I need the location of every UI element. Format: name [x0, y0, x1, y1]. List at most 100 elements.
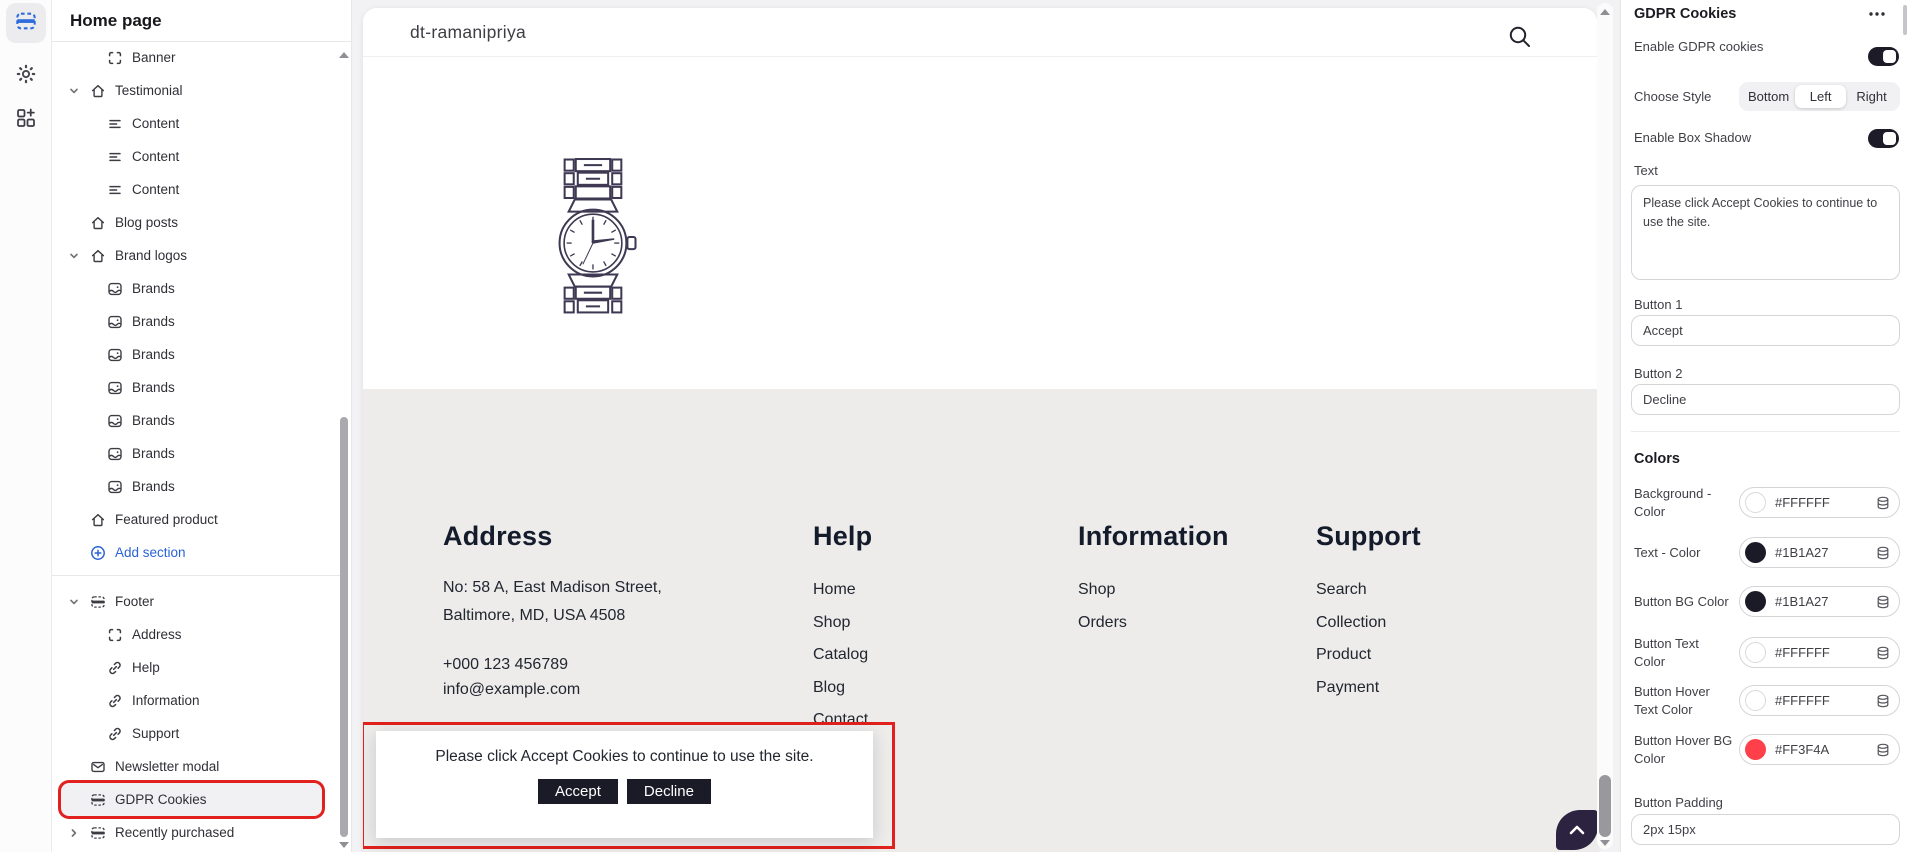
- footer-link-shop[interactable]: Shop: [1078, 574, 1229, 607]
- tree-divider: [52, 575, 342, 576]
- tree-item-brands[interactable]: Brands: [52, 371, 342, 404]
- footer-link-blog[interactable]: Blog: [813, 672, 872, 705]
- tree-item-label: Banner: [132, 50, 176, 65]
- style-option-left[interactable]: Left: [1795, 85, 1846, 108]
- image-icon: [107, 347, 123, 363]
- color-field-label: Button Hover BG Color: [1634, 732, 1739, 767]
- button2-label: Button 2: [1634, 366, 1682, 381]
- tree-item-recently-purchased[interactable]: Recently purchased: [52, 816, 342, 849]
- tree-item-brands[interactable]: Brands: [52, 404, 342, 437]
- button2-input[interactable]: [1631, 384, 1900, 415]
- style-option-bottom[interactable]: Bottom: [1742, 85, 1795, 108]
- kebab-menu-icon[interactable]: [1867, 6, 1887, 22]
- tree-item-footer[interactable]: Footer: [52, 585, 342, 618]
- chevron-down-icon[interactable]: [68, 249, 80, 261]
- tree-item-brands[interactable]: Brands: [52, 338, 342, 371]
- tree-item-brands[interactable]: Brands: [52, 437, 342, 470]
- tree-item-support[interactable]: Support: [52, 717, 342, 750]
- chevron-down-icon[interactable]: [68, 595, 80, 607]
- settings-scrollbar-thumb[interactable]: [1903, 5, 1907, 35]
- footer-link-search[interactable]: Search: [1316, 574, 1421, 607]
- box-shadow-toggle[interactable]: [1868, 129, 1899, 148]
- divider: [1631, 431, 1900, 432]
- scroll-down-icon[interactable]: [339, 842, 349, 848]
- tree-item-testimonial[interactable]: Testimonial: [52, 74, 342, 107]
- tree-item-brands[interactable]: Brands: [52, 305, 342, 338]
- tree-item-label: Testimonial: [115, 83, 183, 98]
- image-icon: [107, 380, 123, 396]
- footer-link-collection[interactable]: Collection: [1316, 607, 1421, 640]
- footer-link-product[interactable]: Product: [1316, 639, 1421, 672]
- footer-link-payment[interactable]: Payment: [1316, 672, 1421, 705]
- footer-link-shop[interactable]: Shop: [813, 607, 872, 640]
- search-icon[interactable]: [1507, 24, 1533, 50]
- footer-column-help: HelpHomeShopCatalogBlogContact: [813, 521, 872, 737]
- tree-item-label: Information: [132, 693, 200, 708]
- tree-item-label: GDPR Cookies: [115, 792, 207, 807]
- tree-item-featured-product[interactable]: Featured product: [52, 503, 342, 536]
- tree-item-content[interactable]: Content: [52, 173, 342, 206]
- tree-item-content[interactable]: Content: [52, 107, 342, 140]
- color-picker-button-hover-text-color[interactable]: #FFFFFF: [1739, 685, 1900, 716]
- button-padding-label: Button Padding: [1634, 795, 1723, 810]
- address-text: No: 58 A, East Madison Street,Baltimore,…: [443, 574, 662, 630]
- tree-item-add-section[interactable]: Add section: [52, 536, 342, 569]
- footer-column-support: SupportSearchCollectionProductPayment: [1316, 521, 1421, 704]
- banner-text-input[interactable]: Please click Accept Cookies to continue …: [1631, 185, 1900, 280]
- page-title: Home page: [70, 11, 162, 31]
- home-icon: [90, 248, 106, 264]
- tree-item-label: Help: [132, 660, 160, 675]
- tree-item-help[interactable]: Help: [52, 651, 342, 684]
- color-field-text-color: Text - Color#1B1A27: [1634, 537, 1900, 568]
- tree-scrollbar[interactable]: [339, 44, 350, 852]
- tree-item-label: Newsletter modal: [115, 759, 219, 774]
- decline-cookies-button[interactable]: Decline: [627, 779, 711, 804]
- color-picker-button-hover-bg-color[interactable]: #FF3F4A: [1739, 734, 1900, 765]
- tree-item-label: Brands: [132, 347, 175, 362]
- footer-link-catalog[interactable]: Catalog: [813, 639, 872, 672]
- tree-item-newsletter-modal[interactable]: Newsletter modal: [52, 750, 342, 783]
- scroll-up-icon[interactable]: [1600, 9, 1610, 15]
- scroll-down-icon[interactable]: [1600, 840, 1610, 846]
- color-picker-button-bg-color[interactable]: #1B1A27: [1739, 586, 1900, 617]
- enable-gdpr-toggle[interactable]: [1868, 47, 1899, 66]
- footer-link-home[interactable]: Home: [813, 574, 872, 607]
- tree-item-brand-logos[interactable]: Brand logos: [52, 239, 342, 272]
- color-picker-background-color[interactable]: #FFFFFF: [1739, 487, 1900, 518]
- chevron-down-icon[interactable]: [68, 84, 80, 96]
- site-logo: dt-ramanipriya: [410, 22, 526, 43]
- tree-item-brands[interactable]: Brands: [52, 272, 342, 305]
- tree-item-label: Content: [132, 182, 179, 197]
- theme-color-link-icon: [1876, 595, 1890, 609]
- rail-sections-button[interactable]: [6, 3, 46, 43]
- footer-heading: Information: [1078, 521, 1229, 552]
- tree-item-gdpr-cookies[interactable]: GDPR Cookies: [61, 783, 322, 816]
- rail-settings-button[interactable]: [6, 56, 46, 96]
- tree-item-address[interactable]: Address: [52, 618, 342, 651]
- accept-cookies-button[interactable]: Accept: [538, 779, 618, 804]
- text-label: Text: [1634, 163, 1658, 178]
- tree-item-banner[interactable]: Banner: [52, 41, 342, 74]
- tree-scrollbar-thumb[interactable]: [340, 417, 348, 837]
- color-field-label: Button Text Color: [1634, 635, 1739, 670]
- preview-scrollbar-thumb[interactable]: [1599, 775, 1611, 837]
- tree-item-brands[interactable]: Brands: [52, 470, 342, 503]
- tree-item-content[interactable]: Content: [52, 140, 342, 173]
- chevron-right-icon[interactable]: [68, 826, 80, 838]
- color-picker-button-text-color[interactable]: #FFFFFF: [1739, 637, 1900, 668]
- style-option-right[interactable]: Right: [1846, 85, 1897, 108]
- button-padding-input[interactable]: [1631, 814, 1900, 845]
- home-icon: [90, 83, 106, 99]
- color-picker-text-color[interactable]: #1B1A27: [1739, 537, 1900, 568]
- footer-link-orders[interactable]: Orders: [1078, 607, 1229, 640]
- rail-apps-button[interactable]: [6, 100, 46, 140]
- button1-input[interactable]: [1631, 315, 1900, 346]
- color-swatch: [1745, 642, 1766, 663]
- content-icon: [107, 149, 123, 165]
- tree-item-blog-posts[interactable]: Blog posts: [52, 206, 342, 239]
- tree-item-label: Brands: [132, 314, 175, 329]
- tree-item-information[interactable]: Information: [52, 684, 342, 717]
- scroll-up-icon[interactable]: [339, 52, 349, 58]
- preview-scrollbar[interactable]: [1597, 3, 1613, 849]
- tree-item-label: Address: [132, 627, 182, 642]
